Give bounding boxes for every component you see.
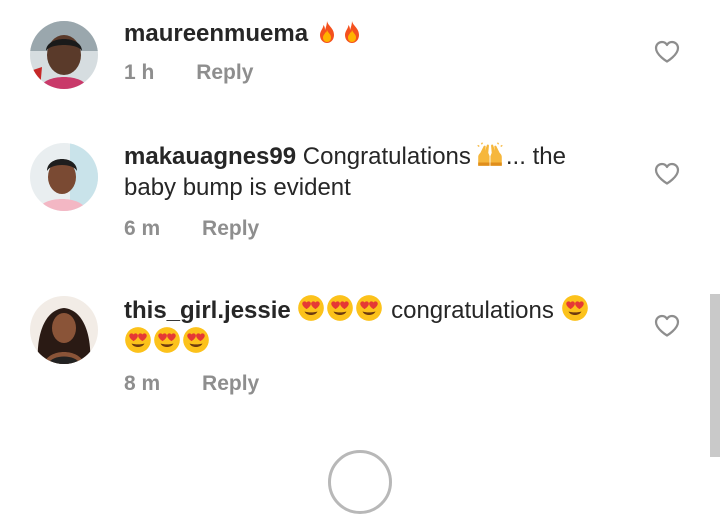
heart-outline-icon[interactable] [654, 162, 680, 186]
comment-meta: 6 m Reply [124, 217, 624, 241]
avatar[interactable] [30, 21, 98, 89]
comment-text-line: maureenmuema [124, 18, 624, 49]
raising-hands-emoji-icon [475, 142, 505, 168]
comment-text: baby bump is evident [124, 174, 351, 201]
heart-eyes-emoji-icon [297, 294, 325, 322]
comment-username[interactable]: maureenmuema [124, 20, 308, 47]
comment-text: congratulations [391, 297, 554, 324]
fire-emoji-icon [340, 19, 364, 45]
reply-button[interactable]: Reply [196, 61, 253, 85]
heart-eyes-emoji-icon [355, 294, 383, 322]
comment-text-line: this_girl.jessie congratulations [124, 294, 624, 326]
comment-text-line: makauagnes99 Congratulations ... the [124, 141, 624, 172]
comment-meta: 8 m Reply [124, 372, 624, 396]
heart-outline-icon[interactable] [654, 40, 680, 64]
comment-text: ... the [505, 143, 566, 170]
reply-button[interactable]: Reply [202, 372, 259, 396]
comment-timestamp: 6 m [124, 217, 161, 240]
heart-eyes-emoji-icon [182, 326, 210, 354]
scrollbar[interactable] [710, 294, 720, 457]
heart-outline-icon[interactable] [654, 314, 680, 338]
comment-body: maureenmuema 1 h Reply [124, 18, 624, 85]
comment-meta: 1 h Reply [124, 61, 624, 85]
comment-text-line: baby bump is evident [124, 172, 624, 203]
avatar[interactable] [30, 143, 98, 211]
comment-username[interactable]: makauagnes99 [124, 143, 296, 170]
heart-eyes-emoji-icon [153, 326, 181, 354]
comment-text-line [124, 326, 624, 358]
comment-text: Congratulations [302, 143, 471, 170]
loading-spinner [328, 450, 392, 514]
comment-body: this_girl.jessie congratulations 8 m Rep… [124, 294, 624, 396]
avatar[interactable] [30, 296, 98, 364]
comment-body: makauagnes99 Congratulations ... the baby… [124, 141, 624, 241]
comment-username[interactable]: this_girl.jessie [124, 297, 291, 324]
comment-timestamp: 8 m [124, 372, 161, 395]
fire-emoji-icon [315, 19, 339, 45]
heart-eyes-emoji-icon [561, 294, 589, 322]
heart-eyes-emoji-icon [124, 326, 152, 354]
heart-eyes-emoji-icon [326, 294, 354, 322]
reply-button[interactable]: Reply [202, 217, 259, 241]
comment-timestamp: 1 h [124, 61, 155, 84]
